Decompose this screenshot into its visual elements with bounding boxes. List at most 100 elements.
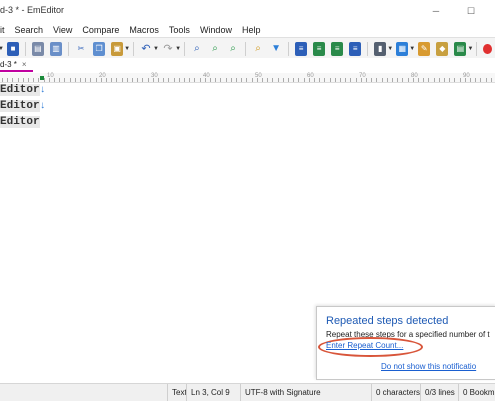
ruler-tick <box>486 78 487 82</box>
enter-repeat-count-link[interactable]: Enter Repeat Count... <box>326 341 403 350</box>
status-lines: 0/3 lines <box>420 384 455 401</box>
editor-line: Editor↓ <box>0 84 46 98</box>
bookmark-dropdown-arrow-icon[interactable]: ▼ <box>387 42 393 56</box>
wrap-by-window-icon[interactable]: ≡ <box>331 41 344 56</box>
close-icon[interactable]: × <box>22 60 27 69</box>
copy-icon[interactable]: ❐ <box>92 41 106 56</box>
menu-bar: it Search View Compare Macros Tools Wind… <box>0 22 495 37</box>
ruler-tick <box>220 78 221 82</box>
ruler-tick <box>413 78 414 82</box>
menu-edit[interactable]: it <box>0 25 5 35</box>
ruler-tick <box>148 78 149 82</box>
ruler-tick <box>80 78 81 82</box>
ruler-tick <box>246 78 247 82</box>
ruler-tick <box>194 78 195 82</box>
window-list-icon[interactable]: ▤ <box>454 41 467 56</box>
menu-view[interactable]: View <box>53 25 72 35</box>
maximize-button[interactable]: ☐ <box>460 3 482 19</box>
filter-icon[interactable]: ▼ <box>270 42 282 56</box>
undo-dropdown-arrow-icon[interactable]: ▼ <box>153 42 159 56</box>
status-encoding[interactable]: UTF-8 with Signature <box>240 384 321 401</box>
menu-tools[interactable]: Tools <box>169 25 190 35</box>
ruler-tick <box>402 78 403 82</box>
redo-dropdown-arrow-icon[interactable]: ▼ <box>175 42 181 56</box>
ruler-tick <box>137 78 138 82</box>
title-bar: d-3 * - EmEditor ─ ☐ <box>0 0 495 22</box>
ruler-tick <box>85 78 86 82</box>
ruler-tick <box>241 78 242 82</box>
ruler-tick <box>44 78 45 82</box>
record-macro-icon[interactable] <box>483 43 492 54</box>
plugins-icon[interactable]: ◆ <box>436 41 449 56</box>
highlight-search-icon[interactable]: ⌕ <box>252 42 264 56</box>
menu-window[interactable]: Window <box>200 25 232 35</box>
bookmark-icon[interactable]: ▮ <box>374 41 387 56</box>
ruler-tick <box>153 78 154 82</box>
line-text: Editor <box>0 116 40 128</box>
ruler-label: 70 <box>359 73 366 79</box>
ruler-tick <box>70 78 71 82</box>
ruler-tick <box>132 78 133 82</box>
outline-dropdown-arrow-icon[interactable]: ▼ <box>409 42 415 56</box>
minimize-button[interactable]: ─ <box>425 3 447 19</box>
customize-icon[interactable]: ✎ <box>418 41 431 56</box>
print-icon[interactable]: ▤ <box>31 41 44 56</box>
ruler-tick <box>12 78 13 82</box>
toolbar-separator <box>245 41 246 56</box>
save-icon[interactable]: ■ <box>6 41 20 56</box>
status-characters: 0 characters <box>371 384 420 401</box>
ruler-tick <box>59 78 60 82</box>
editor-line: Editor <box>0 116 40 130</box>
ruler-tick <box>272 78 273 82</box>
ruler-tick <box>174 78 175 82</box>
ruler-tick <box>371 78 372 82</box>
window-title: d-3 * - EmEditor <box>0 5 65 15</box>
line-text: Editor <box>0 84 40 96</box>
menu-search[interactable]: Search <box>15 25 44 35</box>
tab-bar: d-3 * × <box>0 58 495 72</box>
ruler-tick <box>439 78 440 82</box>
redo-icon[interactable]: ↷ <box>162 42 174 56</box>
wrap-by-chars-icon[interactable]: ≡ <box>313 41 326 56</box>
window-list-dropdown-arrow-icon[interactable]: ▼ <box>467 42 473 56</box>
paste-icon[interactable]: ▣ <box>111 41 124 56</box>
ruler-tick <box>376 78 377 82</box>
ruler-label: 40 <box>203 73 210 79</box>
find-icon[interactable]: ⌕ <box>191 42 203 56</box>
status-position[interactable]: Ln 3, Col 9 <box>186 384 230 401</box>
outline-icon[interactable]: ▦ <box>396 41 409 56</box>
maximize-icon: ☐ <box>466 5 476 16</box>
ruler-tick <box>49 78 50 82</box>
line-text: Editor <box>0 100 40 112</box>
ruler-tick <box>7 78 8 82</box>
status-mode[interactable]: Text <box>167 384 187 401</box>
ruler-tick <box>434 78 435 82</box>
find-previous-icon[interactable]: ⌕ <box>227 42 239 56</box>
cut-icon[interactable]: ✂ <box>75 42 87 56</box>
find-next-icon[interactable]: ⌕ <box>209 42 221 56</box>
wrap-by-page-icon[interactable]: ≡ <box>349 41 362 56</box>
ruler-tick <box>252 78 253 82</box>
tab-document[interactable]: d-3 * × <box>0 58 33 72</box>
ruler-tick <box>288 78 289 82</box>
wrap-off-icon[interactable]: ≡ <box>294 41 308 56</box>
notification-title: Repeated steps detected <box>326 315 449 327</box>
ruler-tick <box>428 78 429 82</box>
ruler-tick <box>314 78 315 82</box>
menu-compare[interactable]: Compare <box>82 25 119 35</box>
ruler-tick <box>319 78 320 82</box>
new-dropdown-arrow-icon[interactable]: ▼ <box>0 42 4 56</box>
paste-dropdown-arrow-icon[interactable]: ▼ <box>124 42 130 56</box>
ruler-tick <box>267 78 268 82</box>
ruler-tick <box>90 78 91 82</box>
do-not-show-link[interactable]: Do not show this notificatio <box>381 362 476 371</box>
ruler-label: 20 <box>99 73 106 79</box>
menu-macros[interactable]: Macros <box>129 25 159 35</box>
print-preview-icon[interactable]: ▥ <box>49 41 63 56</box>
ruler-tick <box>142 78 143 82</box>
ruler-tick <box>236 78 237 82</box>
line-break-icon: ↓ <box>39 101 46 112</box>
ruler: 10 20 30 40 50 60 70 80 90 <box>0 73 495 83</box>
undo-icon[interactable]: ↶ <box>140 42 152 56</box>
menu-help[interactable]: Help <box>242 25 261 35</box>
